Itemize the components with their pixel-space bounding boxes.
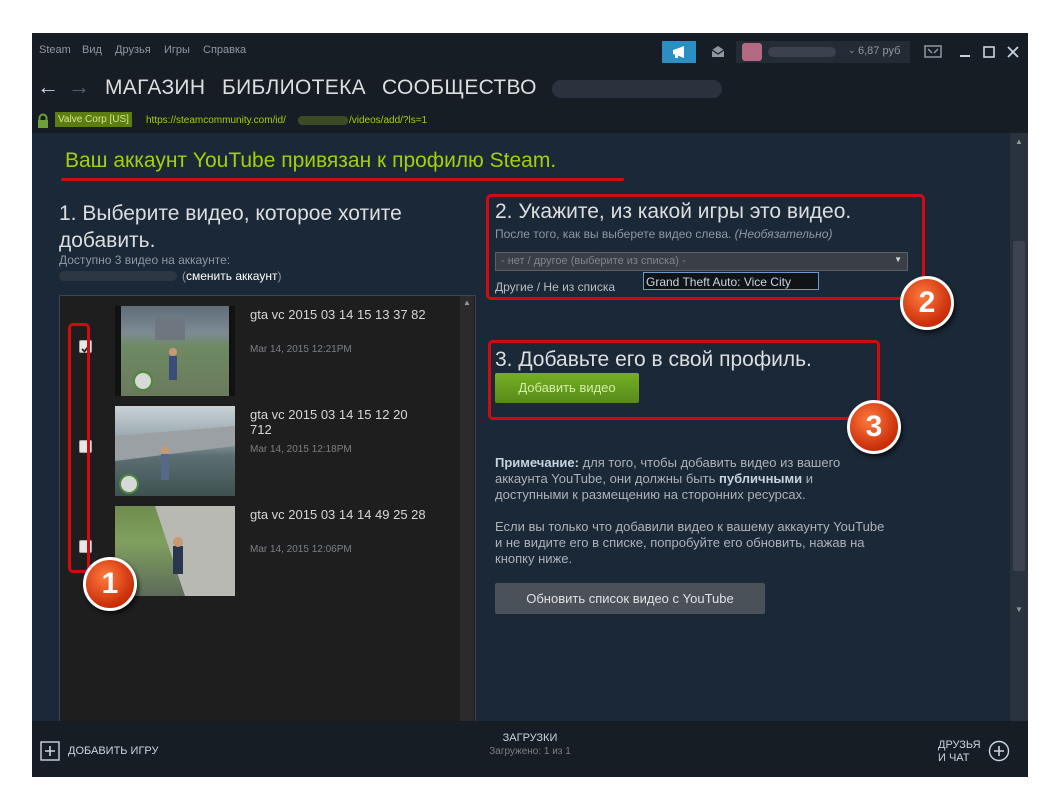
main-scrollbar[interactable]: ▲ ▼ [1010, 133, 1028, 753]
account-menu[interactable]: ⌄ 6,87 руб [736, 41, 910, 63]
annotation-badge-2: 2 [900, 276, 954, 330]
video-thumbnail[interactable] [115, 306, 235, 396]
menu-view[interactable]: Вид [82, 44, 102, 56]
nav-bar: ← → МАГАЗИН БИБЛИОТЕКА СООБЩЕСТВО [32, 67, 1028, 109]
refresh-videos-button[interactable]: Обновить список видео с YouTube [495, 583, 765, 614]
url-suffix[interactable]: /videos/add/?ls=1 [349, 115, 427, 126]
url-prefix[interactable]: https://steamcommunity.com/id/ [146, 115, 286, 126]
video-title: gta vc 2015 03 14 15 12 20 712 [250, 407, 408, 437]
nav-store[interactable]: МАГАЗИН [105, 76, 205, 100]
big-picture-icon[interactable] [920, 41, 946, 63]
menu-help[interactable]: Справка [203, 44, 246, 56]
annotation-box-2 [486, 194, 925, 300]
url-id-blurred [298, 116, 348, 125]
wallet-balance: 6,87 руб [858, 45, 901, 57]
video-date: Mar 14, 2015 12:06PM [250, 544, 352, 555]
downloads[interactable]: ЗАГРУЗКИ Загружено: 1 из 1 [470, 732, 590, 757]
youtube-account-blurred [59, 271, 177, 281]
video-thumbnail[interactable] [115, 406, 235, 496]
close-icon[interactable] [1004, 41, 1022, 63]
minimize-icon[interactable] [956, 41, 974, 63]
paren-close: ) [277, 269, 282, 283]
friends-chat-label-1: ДРУЗЬЯ [938, 739, 981, 751]
video-list[interactable]: ▲ gta vc 2015 03 14 15 13 37 82 Mar 14, … [59, 295, 476, 753]
nav-library[interactable]: БИБЛИОТЕКА [222, 76, 366, 100]
video-title: gta vc 2015 03 14 14 49 25 28 [250, 507, 426, 522]
change-account-link[interactable]: сменить аккаунт [186, 269, 277, 283]
scroll-down-icon[interactable]: ▼ [1015, 605, 1023, 614]
change-account: (сменить аккаунт) [182, 269, 281, 283]
back-arrow-icon[interactable]: ← [37, 74, 59, 100]
broadcast-icon[interactable] [662, 41, 696, 63]
friends-chat-label-2: И ЧАТ [938, 752, 970, 764]
list-scroll-up-icon[interactable]: ▲ [463, 298, 471, 307]
lock-icon [38, 113, 48, 128]
avatar [742, 43, 762, 61]
video-date: Mar 14, 2015 12:21PM [250, 344, 352, 355]
forward-arrow-icon[interactable]: → [68, 74, 90, 100]
downloads-label: ЗАГРУЗКИ [502, 732, 558, 744]
note-text: Примечание: для того, чтобы добавить вид… [495, 455, 890, 503]
note-label: Примечание: [495, 455, 579, 470]
annotation-badge-1: 1 [83, 557, 137, 611]
menu-bar: Steam Вид Друзья Игры Справка ⌄ 6,87 руб [32, 33, 1028, 67]
video-title: gta vc 2015 03 14 15 13 37 82 [250, 307, 426, 322]
annotation-badge-3: 3 [847, 400, 901, 454]
friends-chat-button[interactable]: ДРУЗЬЯ И ЧАТ [938, 739, 1022, 769]
page-headline: Ваш аккаунт YouTube привязан к профилю S… [65, 149, 557, 172]
add-friend-icon [988, 740, 1010, 762]
downloads-status: Загружено: 1 из 1 [489, 746, 571, 757]
add-game-label: ДОБАВИТЬ ИГРУ [68, 745, 159, 757]
maximize-icon[interactable] [980, 41, 998, 63]
plus-square-icon [40, 741, 60, 761]
note-paragraph2: Если вы только что добавили видео к ваше… [495, 519, 885, 566]
scroll-up-icon[interactable]: ▲ [1015, 137, 1023, 146]
annotation-box-3 [488, 340, 880, 420]
username-blurred [768, 47, 836, 57]
step1-title: 1. Выберите видео, которое хотите добави… [59, 202, 402, 252]
scroll-thumb[interactable] [1013, 241, 1025, 571]
bottom-bar: ДОБАВИТЬ ИГРУ ЗАГРУЗКИ Загружено: 1 из 1… [32, 721, 1028, 777]
add-game-button[interactable]: ДОБАВИТЬ ИГРУ [40, 741, 180, 761]
nav-username-blurred[interactable] [552, 80, 722, 98]
video-date: Mar 14, 2015 12:18PM [250, 444, 352, 455]
annotation-box-1 [68, 323, 90, 573]
nav-community[interactable]: СООБЩЕСТВО [382, 76, 537, 100]
url-bar: Valve Corp [US] https://steamcommunity.c… [32, 109, 1028, 133]
menu-games[interactable]: Игры [164, 44, 190, 56]
chevron-down-icon: ⌄ [848, 45, 856, 55]
menu-steam[interactable]: Steam [39, 44, 71, 56]
note-bold: публичными [718, 471, 803, 486]
notifications-envelope-icon[interactable] [704, 41, 732, 63]
certificate-badge[interactable]: Valve Corp [US] [55, 112, 132, 127]
list-scrollbar[interactable]: ▲ [460, 296, 474, 753]
step1-available: Доступно 3 видео на аккаунте: [59, 253, 231, 267]
headline-underline [61, 178, 624, 181]
menu-friends[interactable]: Друзья [115, 44, 151, 56]
